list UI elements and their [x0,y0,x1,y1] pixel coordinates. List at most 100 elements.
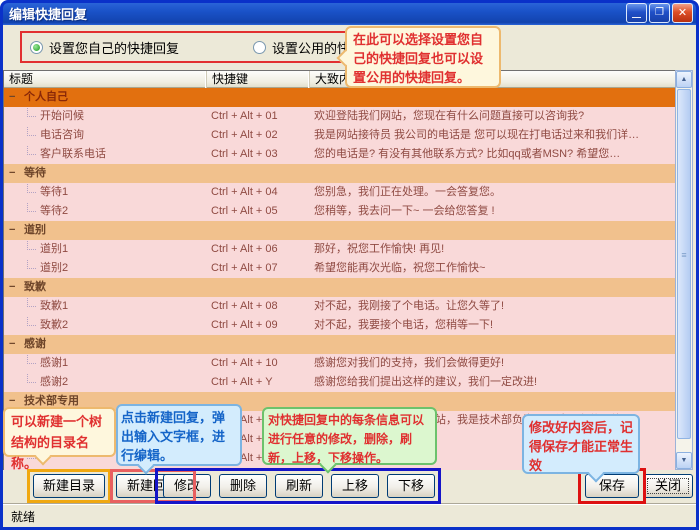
row-content: 您的电话是? 有没有其他联系方式? 比如qq或者MSN? 希望您… [314,145,673,164]
scroll-down-icon[interactable]: ▼ [676,452,692,469]
tree-connector-icon [27,126,36,136]
callout-save-text: 修改好内容后，记得保存才能正常生效 [529,420,633,473]
refresh-button[interactable]: 刷新 [275,474,323,498]
row-title: 道别1 [40,240,205,259]
row-title: 等待2 [40,202,205,221]
callout-save-hint: 修改好内容后，记得保存才能正常生效 [522,414,640,474]
status-bar: 就绪 [3,503,696,527]
radio-own-replies[interactable]: 设置您自己的快捷回复 [30,38,179,57]
expander-icon[interactable]: − [9,164,21,183]
tree-item-row[interactable]: 致歉1 Ctrl + Alt + 08 对不起，我刚接了个电话。让您久等了! [4,297,675,316]
tree-connector-icon [27,183,36,193]
expander-icon[interactable]: − [9,221,21,240]
tree-category-row[interactable]: −感谢 [4,335,675,354]
expander-icon[interactable]: − [9,278,21,297]
row-title: 道别2 [40,259,205,278]
row-content: 希望您能再次光临，祝您工作愉快~ [314,259,673,278]
tree-connector-icon [27,354,36,364]
close-icon: ✕ [673,4,692,22]
row-content: 对不起，我要接个电话，您稍等一下! [314,316,673,335]
row-content: 我是网站接待员 我公司的电话是 您可以现在打电话过来和我们详… [314,126,673,145]
row-shortcut: Ctrl + Alt + 08 [211,297,309,316]
tree-category-row[interactable]: −等待 [4,164,675,183]
row-content: 感谢您给我们提出这样的建议，我们一定改进! [314,373,673,392]
callout-scope-hint-text: 在此可以选择设置您自己的快捷回复也可以设置公用的快捷回复。 [353,32,483,85]
header-title[interactable]: 标题 [4,71,207,88]
callout-actions-hint: 对快捷回复中的每条信息可以进行任意的修改，删除，刷新，上移，下移操作。 [262,407,437,465]
scrollbar-grip-icon: ≡ [678,250,690,260]
row-shortcut: Ctrl + Alt + 09 [211,316,309,335]
tree-item-row[interactable]: 客户联系电话 Ctrl + Alt + 03 您的电话是? 有没有其他联系方式? 比… [4,145,675,164]
tree-category-row[interactable]: −致歉 [4,278,675,297]
tree-connector-icon [27,240,36,250]
tree-connector-icon [27,259,36,269]
tree-category-row[interactable]: −个人自己 [4,88,675,107]
tree-item-row[interactable]: 感谢1 Ctrl + Alt + 10 感谢您对我们的支持，我们会做得更好! [4,354,675,373]
row-shortcut: Ctrl + Alt + 02 [211,126,309,145]
delete-button[interactable]: 删除 [219,474,267,498]
row-shortcut: Ctrl + Alt + 01 [211,107,309,126]
row-content: 感谢您对我们的支持，我们会做得更好! [314,354,673,373]
row-title: 道别 [24,221,204,240]
row-content: 对不起，我刚接了个电话。让您久等了! [314,297,673,316]
maximize-icon: ❐ [650,4,669,22]
tree-item-row[interactable]: 开始问候 Ctrl + Alt + 01 欢迎登陆我们网站，您现在有什么问题直接可以… [4,107,675,126]
row-title: 致歉1 [40,297,205,316]
tree-item-row[interactable]: 等待1Ctrl + Alt + 04您别急，我们正在处理。一会答复您。 [4,183,675,202]
callout-new-reply-text: 点击新建回复，弹出输入文字框，进行编辑。 [121,410,225,463]
row-shortcut: Ctrl + Alt + 05 [211,202,309,221]
tree-item-row[interactable]: 感谢2 Ctrl + Alt + Y 感谢您给我们提出这样的建议，我们一定改进! [4,373,675,392]
row-content: 欢迎登陆我们网站，您现在有什么问题直接可以咨询我? [314,107,673,126]
row-shortcut: Ctrl + Alt + 06 [211,240,309,259]
row-title: 客户联系电话 [40,145,205,164]
expander-icon[interactable]: − [9,88,21,107]
close-window-button[interactable]: ✕ [672,3,693,23]
row-shortcut: Ctrl + Alt + 10 [211,354,309,373]
tree-item-row[interactable]: 电话咨询 Ctrl + Alt + 02 我是网站接待员 我公司的电话是 您可以现在… [4,126,675,145]
callout-scope-hint: 在此可以选择设置您自己的快捷回复也可以设置公用的快捷回复。 [345,26,501,88]
row-title: 开始问候 [40,107,205,126]
radio-unselected-icon[interactable] [253,41,266,54]
row-shortcut: Ctrl + Alt + Y [211,373,309,392]
minimize-icon: — [627,4,646,30]
row-title: 感谢1 [40,354,205,373]
callout-new-reply-hint: 点击新建回复，弹出输入文字框，进行编辑。 [116,404,242,466]
status-text: 就绪 [11,508,35,525]
callout-new-folder-hint: 可以新建一个树结构的目录名称。 [3,407,116,457]
title-bar[interactable]: 编辑快捷回复 — ❐ ✕ [0,0,699,25]
row-title: 电话咨询 [40,126,205,145]
row-shortcut: Ctrl + Alt + 07 [211,259,309,278]
expander-icon[interactable]: − [9,335,21,354]
new-folder-button[interactable]: 新建目录 [33,474,105,498]
callout-actions-text: 对快捷回复中的每条信息可以进行任意的修改，删除，刷新，上移，下移操作。 [268,413,424,465]
edit-quick-reply-dialog: 标题 快捷键 大致内容 −个人自己开始问候 Ctrl + Alt + 01 欢迎登陆… [0,0,699,530]
row-content: 您稍等，我去问一下~ 一会给您答复 ! [314,202,673,221]
header-shortcut[interactable]: 快捷键 [207,71,310,88]
list-header: 标题 快捷键 大致内容 [4,71,675,88]
maximize-button[interactable]: ❐ [649,3,670,23]
radio-selected-icon[interactable] [30,41,43,54]
window-title: 编辑快捷回复 [9,4,87,23]
vertical-scrollbar[interactable]: ▲ ≡ ▼ [675,70,693,470]
tree-item-row[interactable]: 道别2 Ctrl + Alt + 07 希望您能再次光临，祝您工作愉快~ [4,259,675,278]
scroll-up-icon[interactable]: ▲ [676,71,692,88]
scrollbar-thumb[interactable]: ≡ [677,89,691,439]
tree-item-row[interactable]: 道别1 Ctrl + Alt + 06 那好，祝您工作愉快! 再见! [4,240,675,259]
close-button[interactable]: 关闭 [643,474,693,498]
move-down-button[interactable]: 下移 [387,474,435,498]
row-title: 致歉 [24,278,204,297]
tree-item-row[interactable]: 致歉2Ctrl + Alt + 09对不起，我要接个电话，您稍等一下! [4,316,675,335]
minimize-button[interactable]: — [626,3,647,23]
row-content: 那好，祝您工作愉快! 再见! [314,240,673,259]
row-title: 等待1 [40,183,205,202]
modify-button[interactable]: 修改 [163,474,211,498]
tree-item-row[interactable]: 等待2 Ctrl + Alt + 05 您稍等，我去问一下~ 一会给您答复 ! [4,202,675,221]
row-shortcut: Ctrl + Alt + 03 [211,145,309,164]
row-title: 等待 [24,164,204,183]
tree-category-row[interactable]: −道别 [4,221,675,240]
row-title: 感谢 [24,335,204,354]
row-title: 感谢2 [40,373,205,392]
tree-connector-icon [27,297,36,307]
radio-own-label: 设置您自己的快捷回复 [49,38,179,57]
move-up-button[interactable]: 上移 [331,474,379,498]
